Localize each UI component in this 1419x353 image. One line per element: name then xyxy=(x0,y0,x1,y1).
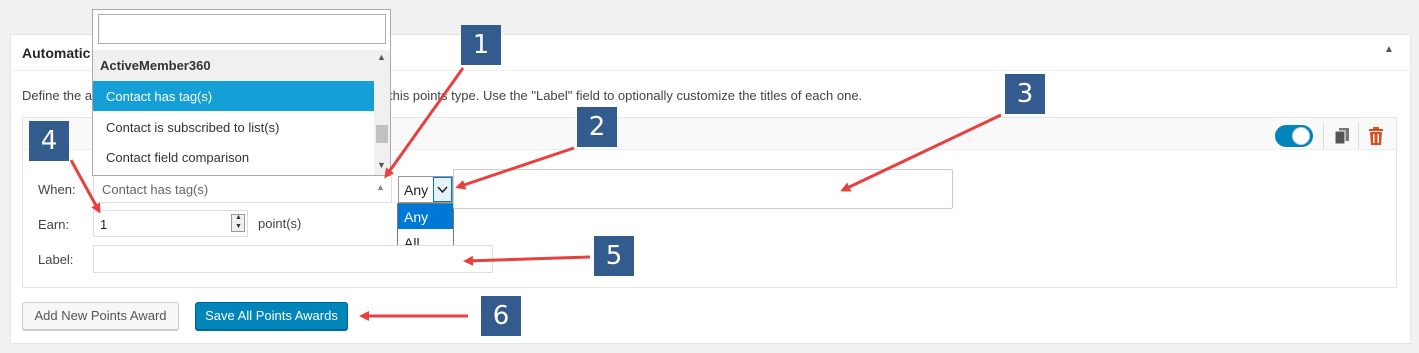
spinner-up-icon[interactable]: ▲ xyxy=(235,214,242,221)
dropdown-scrollbar[interactable] xyxy=(374,50,390,175)
callout-6: 6 xyxy=(481,296,521,336)
callout-5: 5 xyxy=(594,236,634,276)
chevron-down-icon xyxy=(437,186,448,194)
scrollbar-thumb[interactable] xyxy=(376,125,388,143)
trash-icon[interactable] xyxy=(1367,126,1385,146)
match-option-any-label[interactable]: Any xyxy=(404,209,428,225)
callout-3: 3 xyxy=(1005,74,1045,114)
panel-description-continued: this points type. Use the "Label" field … xyxy=(389,88,863,103)
callout-1: 1 xyxy=(461,25,501,65)
panel-title: Automatic xyxy=(22,45,91,61)
spinner-down-icon[interactable]: ▼ xyxy=(235,223,242,230)
panel-description: Define the a xyxy=(22,88,93,103)
scroll-up-icon[interactable]: ▲ xyxy=(377,52,386,62)
award-label-input[interactable] xyxy=(93,245,493,273)
collapse-toggle-icon[interactable]: ▲ xyxy=(1384,44,1398,58)
scroll-down-icon[interactable]: ▼ xyxy=(377,160,386,170)
divider xyxy=(1323,122,1324,150)
add-new-points-award-button[interactable]: Add New Points Award xyxy=(22,302,179,330)
label-label: Label: xyxy=(38,252,74,267)
points-unit: point(s) xyxy=(258,216,302,231)
earn-points-input[interactable] xyxy=(93,210,248,237)
toggle-knob[interactable] xyxy=(1292,127,1310,145)
tags-input[interactable] xyxy=(453,169,953,209)
save-all-points-awards-button[interactable]: Save All Points Awards xyxy=(195,302,348,330)
dropdown-group-label: ActiveMember360 xyxy=(100,58,211,73)
match-select-value: Any xyxy=(404,182,429,198)
earn-label: Earn: xyxy=(38,217,70,232)
earn-points-value: 1 xyxy=(100,217,108,232)
dropdown-item-field-comparison[interactable]: Contact field comparison xyxy=(106,150,249,165)
dropdown-item-label[interactable]: Contact has tag(s) xyxy=(106,89,212,104)
dropdown-item-subscribed-to-list[interactable]: Contact is subscribed to list(s) xyxy=(106,120,279,135)
trigger-search-input[interactable] xyxy=(98,14,386,44)
copy-icon[interactable] xyxy=(1333,127,1351,145)
match-select-dropdown-button[interactable] xyxy=(433,177,452,202)
callout-2: 2 xyxy=(577,107,617,147)
trigger-select-value: Contact has tag(s) xyxy=(102,182,209,197)
when-label: When: xyxy=(38,182,76,197)
caret-up-icon: ▲ xyxy=(376,182,385,192)
divider xyxy=(1358,122,1359,150)
callout-4: 4 xyxy=(29,121,69,161)
